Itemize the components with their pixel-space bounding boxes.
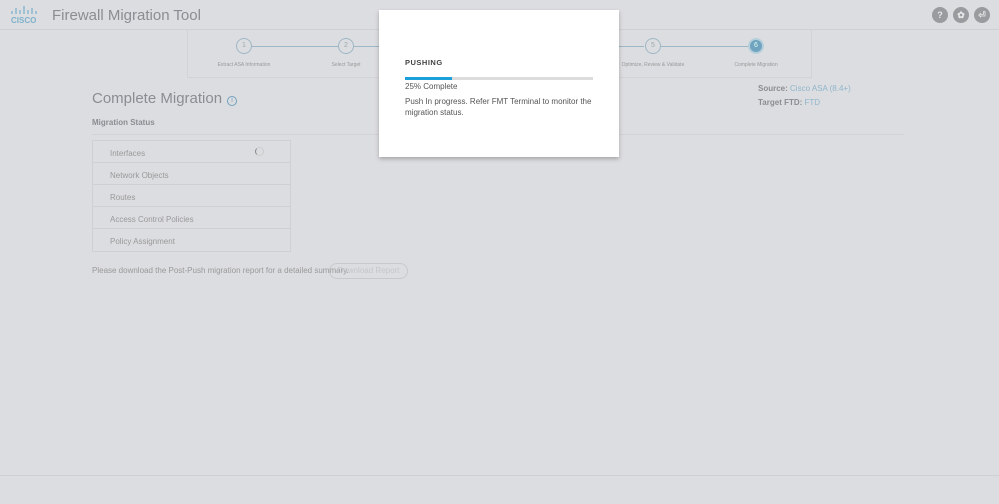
step-6[interactable]: 6 (748, 38, 764, 54)
spinner-icon (255, 147, 264, 156)
logout-icon[interactable]: ⏎ (974, 7, 990, 23)
progress-bar (405, 77, 593, 80)
source-info: Source: Cisco ASA (8.4+) (758, 84, 851, 93)
download-report-button[interactable]: Download Report (329, 263, 408, 279)
pushing-modal: PUSHING 25% Complete Push In progress. R… (379, 10, 619, 157)
page-title: Complete Migration i (92, 90, 238, 107)
list-item: Policy Assignment (110, 237, 175, 246)
svg-text:CISCO: CISCO (11, 16, 36, 25)
footer-divider (0, 475, 999, 476)
page-title-text: Complete Migration (92, 90, 223, 107)
list-item: Routes (93, 185, 290, 207)
progress-text: 25% Complete (405, 82, 458, 91)
section-title: Migration Status (92, 118, 155, 127)
step-2[interactable]: 2 (338, 38, 354, 54)
list-item: Access Control Policies (93, 207, 290, 229)
download-text: Please download the Post-Push migration … (92, 266, 349, 275)
step-5[interactable]: 5 (645, 38, 661, 54)
list-item: Network Objects (93, 163, 290, 185)
info-icon[interactable]: i (227, 96, 238, 106)
step-label: Extract ASA Information (217, 62, 271, 68)
help-icon[interactable]: ? (932, 7, 948, 23)
target-info: Target FTD: FTD (758, 98, 821, 107)
progress-fill (405, 77, 452, 80)
modal-title: PUSHING (405, 58, 443, 67)
app-title: Firewall Migration Tool (52, 7, 201, 24)
migration-status-list: Interfaces Network Objects Routes Access… (92, 140, 291, 252)
list-item: Interfaces (93, 141, 290, 163)
cisco-logo: CISCO (11, 6, 37, 25)
step-label: Complete Migration (734, 62, 778, 68)
gear-icon[interactable]: ✿ (953, 7, 969, 23)
modal-message: Push In progress. Refer FMT Terminal to … (405, 97, 592, 117)
step-1[interactable]: 1 (236, 38, 252, 54)
